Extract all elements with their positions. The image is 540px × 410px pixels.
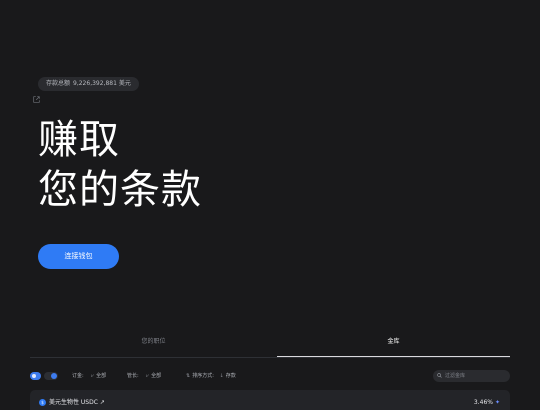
vault-name[interactable]: 美元生物性 USDC ↗: [49, 398, 105, 407]
filter-icon: ⩗: [91, 373, 95, 379]
view-toggle-grid[interactable]: [30, 372, 41, 380]
vault-row[interactable]: $ 美元生物性 USDC ↗ 3.46% ✦: [30, 390, 510, 410]
vault-apy: 3.46% ✦: [474, 398, 500, 407]
curator-filter-label: 管长:: [127, 373, 139, 379]
vault-search-input[interactable]: 过滤金库: [433, 370, 510, 382]
filter-icon: ⩗: [146, 373, 150, 379]
view-toggle-switch[interactable]: [44, 372, 58, 380]
sort-control[interactable]: ⇅ 排序方式: ↓ 存款: [186, 370, 236, 382]
tab-bar: 您的职位 金库: [30, 333, 510, 358]
external-link-icon[interactable]: [33, 96, 40, 103]
search-icon: [437, 373, 442, 378]
deposit-filter-label: 订金:: [72, 373, 84, 379]
total-deposits-badge: 存款总额 9,226,392,881 美元: [38, 77, 139, 91]
filter-bar: 订金: ⩗ 全部 管长: ⩗ 全部 ⇅ 排序方式: ↓ 存款 过滤金库: [30, 370, 510, 382]
sort-direction-icon: ↓: [219, 373, 224, 379]
tab-your-positions[interactable]: 您的职位: [30, 333, 277, 357]
curator-filter-value: 全部: [151, 373, 162, 379]
curator-filter[interactable]: 管长: ⩗ 全部: [127, 370, 161, 382]
tab-vaults[interactable]: 金库: [277, 333, 510, 357]
sort-value: 存款: [225, 373, 236, 379]
total-deposits-value: 9,226,392,881 美元: [73, 80, 131, 87]
deposit-filter-value: 全部: [96, 373, 107, 379]
total-deposits-label: 存款总额: [46, 80, 71, 87]
hero-title-line-1: 赚取: [38, 117, 120, 163]
search-placeholder: 过滤金库: [445, 373, 466, 379]
hero-title-line-2: 您的条款: [38, 167, 202, 213]
connect-wallet-button[interactable]: 连接钱包: [38, 244, 119, 269]
sort-label: 排序方式:: [192, 373, 214, 379]
deposit-filter[interactable]: 订金: ⩗ 全部: [72, 370, 106, 382]
sort-icon: ⇅: [186, 373, 191, 379]
